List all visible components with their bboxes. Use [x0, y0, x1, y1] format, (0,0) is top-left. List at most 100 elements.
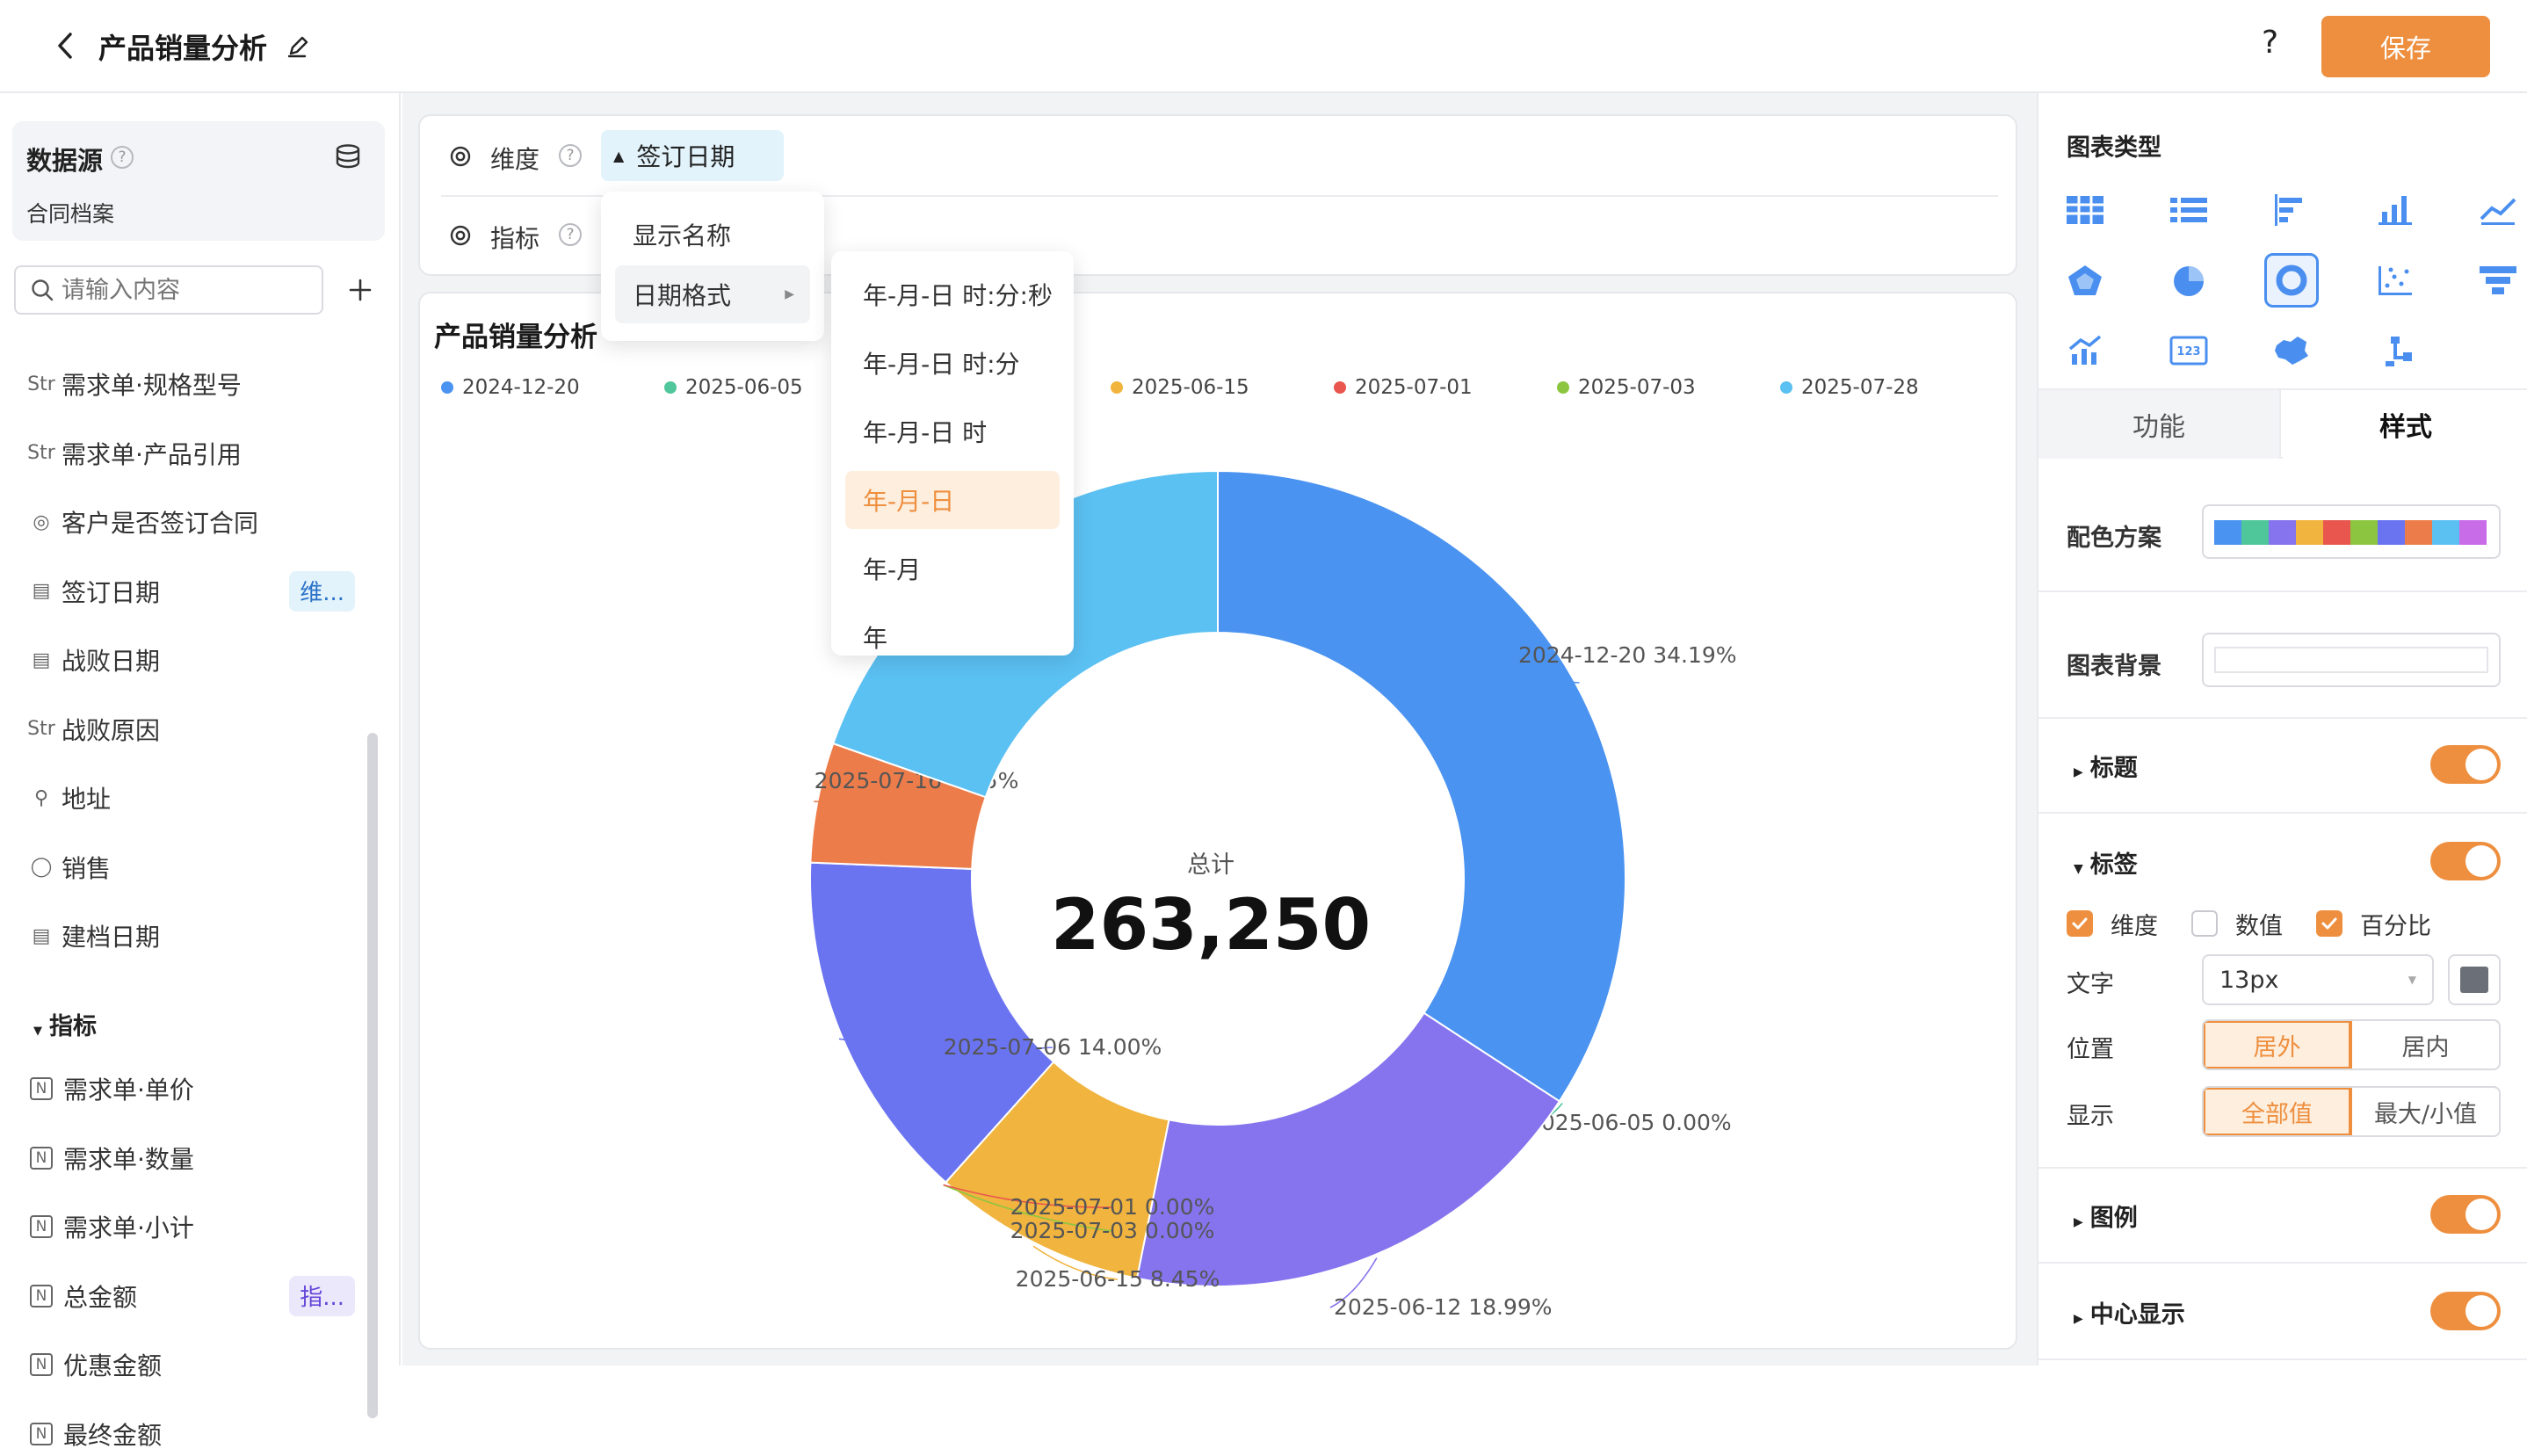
- position-label: 位置: [2067, 1036, 2114, 1063]
- legend-item[interactable]: 2024-12-20: [441, 376, 580, 399]
- metrics-field-item[interactable]: N 最终金额: [26, 1412, 162, 1456]
- metrics-field-item[interactable]: N 需求单·数量: [26, 1136, 194, 1180]
- palette-select[interactable]: [2202, 504, 2501, 559]
- save-button[interactable]: 保存: [2321, 16, 2490, 77]
- list-icon[interactable]: [2161, 183, 2216, 237]
- caret-down-icon: ▼: [33, 1025, 42, 1038]
- combo-chart-icon[interactable]: [2058, 323, 2112, 378]
- donut-icon[interactable]: [2264, 253, 2319, 308]
- percent-checkbox[interactable]: [2316, 910, 2342, 937]
- tree-icon[interactable]: [2368, 323, 2422, 378]
- section-title[interactable]: ▶ 标题: [2074, 749, 2138, 783]
- bar-chart-icon[interactable]: [2368, 183, 2422, 237]
- map-icon[interactable]: [2264, 323, 2319, 378]
- field-type-icon: ▤: [32, 924, 51, 947]
- field-label: 销售: [62, 853, 112, 883]
- legend-item[interactable]: 2025-07-03: [1557, 376, 1696, 399]
- metrics-field-item[interactable]: N 需求单·单价: [26, 1067, 194, 1111]
- metric-info-icon: ?: [559, 223, 582, 246]
- fields-field-item[interactable]: ▤ 战败日期: [26, 638, 160, 682]
- value-checkbox[interactable]: [2191, 910, 2218, 937]
- section-label[interactable]: ▼ 标签: [2074, 845, 2138, 880]
- field-label: 需求单·规格型号: [62, 371, 242, 400]
- field-type-icon: ⚲: [33, 786, 49, 809]
- legend-item[interactable]: 2025-06-05: [664, 376, 803, 399]
- metrics-group-header[interactable]: ▼ 指标: [33, 1007, 97, 1041]
- date-format-option[interactable]: 年: [845, 608, 1060, 666]
- number-card-icon[interactable]: 123: [2161, 323, 2216, 378]
- slice-data-label: 2025-07-03 0.00%: [1010, 1218, 1215, 1243]
- tab-style[interactable]: 样式: [2283, 390, 2527, 459]
- metrics-field-item[interactable]: N 总金额: [26, 1274, 137, 1318]
- dimension-chip[interactable]: ▲ 签订日期: [601, 130, 784, 181]
- field-type-icon: N: [30, 1353, 53, 1376]
- display-all-option[interactable]: 全部值: [2204, 1088, 2352, 1135]
- date-format-option[interactable]: 年-月-日: [845, 471, 1060, 529]
- right-panel: 图表类型 功能 样式 配色方案 图表背景 ▶ 标题 ▼ 标签 维度 数值 百分比 文…: [2037, 93, 2527, 1365]
- donut-slice[interactable]: [1217, 469, 1626, 1103]
- display-segmented: 全部值 最大/小值: [2202, 1086, 2501, 1137]
- center-toggle[interactable]: [2430, 1292, 2501, 1330]
- legend-item[interactable]: 2025-07-01: [1334, 376, 1473, 399]
- fields-field-item[interactable]: ◯ 销售: [26, 845, 111, 889]
- fields-field-item[interactable]: Str 战败原因: [26, 707, 160, 751]
- field-label: 战败原因: [62, 715, 161, 745]
- position-outside-option[interactable]: 居外: [2204, 1021, 2352, 1068]
- fields-field-item[interactable]: Str 需求单·产品引用: [26, 431, 242, 475]
- date-format-option[interactable]: 年-月-日 时: [845, 402, 1060, 460]
- date-format-option[interactable]: 年-月: [845, 540, 1060, 598]
- font-size-value: 13px: [2219, 966, 2279, 994]
- legend-item[interactable]: 2025-06-15: [1111, 376, 1249, 399]
- tab-function[interactable]: 功能: [2038, 390, 2281, 459]
- section-center[interactable]: ▶ 中心显示: [2074, 1295, 2185, 1329]
- section-legend[interactable]: ▶ 图例: [2074, 1199, 2138, 1233]
- legend-swatch: [1111, 381, 1123, 394]
- menu-item-date-format[interactable]: 日期格式 ▶: [615, 265, 810, 323]
- fields-field-item[interactable]: ◎ 客户是否签订合同: [26, 500, 258, 544]
- fields-field-item[interactable]: ▤ 签订日期: [26, 569, 160, 613]
- metrics-field-item[interactable]: N 优惠金额: [26, 1343, 162, 1387]
- database-icon[interactable]: [332, 141, 364, 172]
- background-color-picker[interactable]: [2202, 633, 2501, 687]
- date-format-option[interactable]: 年-月-日 时:分: [845, 334, 1060, 392]
- title-toggle[interactable]: [2430, 745, 2501, 784]
- display-minmax-option[interactable]: 最大/小值: [2352, 1088, 2499, 1135]
- add-icon[interactable]: [344, 272, 376, 308]
- table-icon[interactable]: [2058, 183, 2112, 237]
- position-inside-option[interactable]: 居内: [2352, 1021, 2499, 1068]
- caret-down-icon: ▼: [2408, 974, 2416, 986]
- search-input[interactable]: [62, 276, 316, 304]
- label-toggle[interactable]: [2430, 842, 2501, 880]
- field-label: 优惠金额: [63, 1351, 163, 1380]
- info-icon: ?: [111, 146, 134, 169]
- back-icon[interactable]: [49, 28, 81, 63]
- fields-field-item[interactable]: Str 需求单·规格型号: [26, 362, 242, 406]
- horizontal-bar-icon[interactable]: [2264, 183, 2319, 237]
- line-chart-icon[interactable]: [2471, 183, 2525, 237]
- field-type-icon: Str: [27, 718, 55, 740]
- legend-swatch: [664, 381, 677, 394]
- date-format-option[interactable]: 年-月-日 时:分:秒: [845, 265, 1060, 323]
- scrollbar[interactable]: [367, 733, 378, 1418]
- menu-item-display-name[interactable]: 显示名称: [615, 206, 810, 264]
- scatter-icon[interactable]: [2368, 253, 2422, 308]
- legend-toggle[interactable]: [2430, 1195, 2501, 1234]
- radar-icon[interactable]: [2058, 253, 2112, 308]
- field-type-icon: N: [30, 1422, 53, 1445]
- text-color-picker[interactable]: [2448, 954, 2501, 1005]
- fields-field-item[interactable]: ▤ 建档日期: [26, 914, 160, 958]
- edit-icon[interactable]: [283, 32, 313, 62]
- dimension-checkbox[interactable]: [2067, 910, 2093, 937]
- text-label: 文字: [2067, 971, 2114, 998]
- funnel-icon[interactable]: [2471, 253, 2525, 308]
- fields-field-item[interactable]: ⚲ 地址: [26, 776, 111, 820]
- slice-data-label: 2025-06-15 8.45%: [1016, 1266, 1220, 1292]
- help-icon[interactable]: ?: [2262, 25, 2278, 61]
- font-size-select[interactable]: 13px ▼: [2202, 954, 2434, 1005]
- field-search[interactable]: [14, 265, 323, 315]
- pie-icon[interactable]: [2161, 253, 2216, 308]
- legend-item[interactable]: 2025-07-28: [1780, 376, 1919, 399]
- legend-label: 2025-07-03: [1578, 376, 1696, 399]
- metrics-field-item[interactable]: N 需求单·小计: [26, 1205, 194, 1249]
- divider: [2038, 812, 2527, 814]
